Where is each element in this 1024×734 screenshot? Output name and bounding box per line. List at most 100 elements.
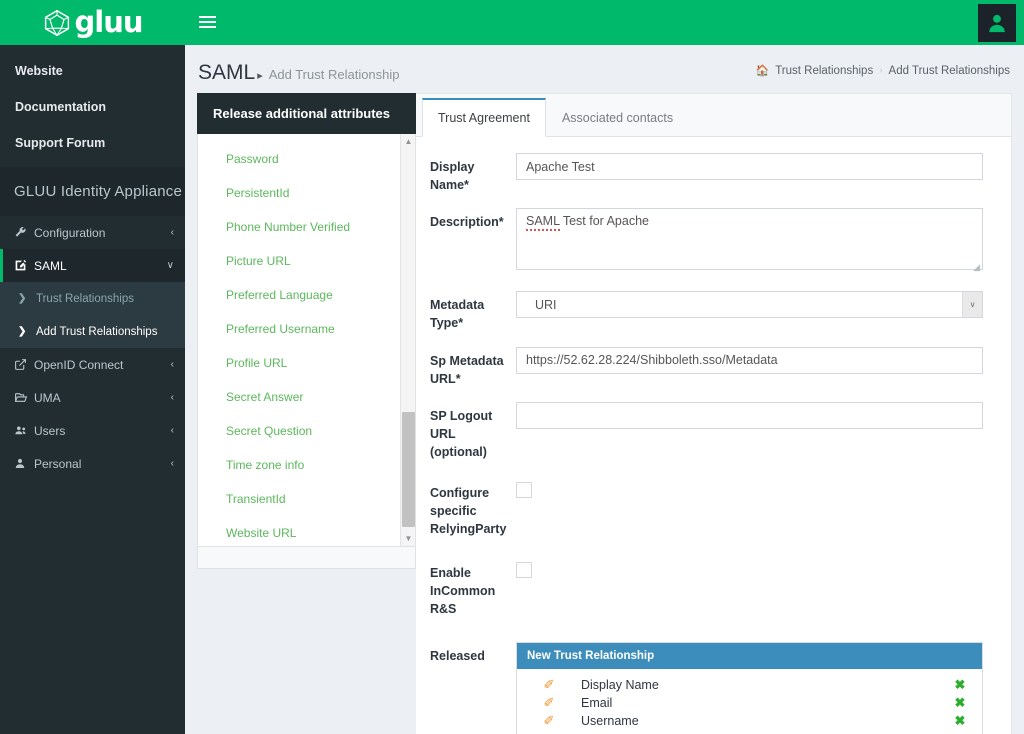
sidebar-item-trust-relationships[interactable]: ❯ Trust Relationships	[0, 282, 185, 315]
sidebar-nav: Configuration ‹ SAML ∨ ❯ Trust Relations…	[0, 216, 185, 480]
main-content: SAML ▸ Add Trust Relationship 🏠 Trust Rela…	[185, 45, 1024, 734]
field-row-description: Description* SAML Test for Apache ◢	[430, 208, 983, 275]
sidebar-item-configuration[interactable]: Configuration ‹	[0, 216, 185, 249]
gluu-admin-page: gluu Website Documentation Support Forum…	[0, 0, 1024, 734]
resize-handle-icon[interactable]: ◢	[973, 262, 980, 273]
edit-square-icon	[14, 259, 34, 272]
home-icon[interactable]: 🏠	[755, 64, 769, 77]
top-header-bar: gluu	[0, 0, 1024, 45]
sidebar-item-personal[interactable]: Personal ‹	[0, 447, 185, 480]
users-icon	[14, 424, 34, 437]
chevron-left-icon: ‹	[170, 227, 174, 238]
released-attribute-name: Display Name	[581, 677, 659, 692]
tab-associated-contacts[interactable]: Associated contacts	[546, 98, 689, 136]
attribute-item[interactable]: Time zone info	[198, 448, 415, 482]
configure-relying-party-label: Configure specific RelyingParty	[430, 486, 507, 537]
metadata-type-select[interactable]: URI	[516, 291, 983, 319]
remove-x-icon[interactable]: ✖	[948, 713, 972, 729]
display-name-input[interactable]	[516, 153, 983, 180]
page-header: SAML ▸ Add Trust Relationship 🏠 Trust Rela…	[185, 45, 1024, 93]
attribute-item[interactable]: PersistentId	[198, 176, 415, 210]
sidebar-item-saml[interactable]: SAML ∨	[0, 249, 185, 282]
released-row: ✐ Username ✖	[517, 713, 982, 729]
sp-metadata-url-label: Sp Metadata URL*	[430, 353, 504, 386]
pin-icon[interactable]: ✐	[517, 677, 581, 693]
sidebar: Website Documentation Support Forum GLUU…	[0, 45, 185, 734]
hamburger-icon[interactable]	[199, 11, 223, 33]
field-row-sp-metadata-url: Sp Metadata URL*	[430, 346, 983, 388]
sidebar-item-users[interactable]: Users ‹	[0, 414, 185, 447]
chevron-left-icon: ‹	[170, 359, 174, 370]
released-panel: New Trust Relationship ✐ Display Name ✖ …	[516, 641, 983, 734]
sidebar-item-label: Personal	[34, 456, 82, 471]
released-attribute-name: Username	[581, 713, 639, 728]
enable-incommon-label: Enable InCommon R&S	[430, 565, 496, 616]
released-attribute-name: Email	[581, 695, 613, 710]
chevron-up-icon[interactable]: ▲	[401, 134, 415, 149]
folder-open-icon	[14, 391, 34, 404]
hamburger-bar	[199, 16, 216, 18]
sidebar-item-add-trust-relationships[interactable]: ❯ Add Trust Relationships	[0, 315, 185, 348]
attributes-scrollbar[interactable]: ▲ ▼	[400, 134, 415, 546]
breadcrumb-item-add-trust-relationships[interactable]: Add Trust Relationships	[889, 65, 1010, 77]
pin-icon[interactable]: ✐	[517, 713, 581, 729]
sidebar-item-uma[interactable]: UMA ‹	[0, 381, 185, 414]
sidebar-link-support-forum[interactable]: Support Forum	[0, 125, 185, 161]
field-row-configure-relying-party: Configure specific RelyingParty	[430, 479, 983, 538]
released-row: ✐ Email ✖	[517, 695, 982, 711]
pin-icon[interactable]: ✐	[517, 695, 581, 711]
person-icon	[14, 457, 34, 470]
chevron-right-icon: ❯	[18, 293, 27, 304]
breadcrumb: 🏠 Trust Relationships › Add Trust Relati…	[755, 64, 1010, 78]
release-attributes-title: Release additional attributes	[197, 93, 416, 134]
user-avatar-icon[interactable]	[978, 4, 1016, 42]
avatar-person-icon	[989, 14, 1005, 33]
brand-name: gluu	[74, 5, 144, 39]
sp-logout-url-input[interactable]	[516, 401, 983, 429]
page-title: SAML	[198, 61, 256, 84]
remove-x-icon[interactable]: ✖	[948, 695, 972, 711]
attribute-item[interactable]: Secret Question	[198, 414, 415, 448]
attribute-item[interactable]: Secret Answer	[198, 380, 415, 414]
released-row: ✐ Display Name ✖	[517, 677, 982, 693]
breadcrumb-item-trust-relationships[interactable]: Trust Relationships	[775, 65, 873, 77]
form-body: Display Name* Description* SAML Test for…	[416, 137, 1011, 734]
release-attributes-panel: Release additional attributes Password P…	[197, 93, 416, 734]
release-attributes-scroll-area: Password PersistentId Phone Number Verif…	[197, 134, 416, 547]
attribute-item[interactable]: Phone Number Verified	[198, 210, 415, 244]
configure-relying-party-checkbox[interactable]	[516, 482, 532, 499]
panels-row: Release additional attributes Password P…	[185, 93, 1024, 734]
sidebar-subitem-label: Add Trust Relationships	[36, 325, 158, 338]
sidebar-link-website[interactable]: Website	[0, 53, 185, 89]
brand-logo[interactable]: gluu	[0, 0, 185, 45]
chevron-down-icon[interactable]: ▼	[401, 531, 415, 546]
attribute-item[interactable]: TransientId	[198, 482, 415, 516]
field-row-enable-incommon: Enable InCommon R&S	[430, 559, 983, 618]
remove-x-icon[interactable]: ✖	[948, 677, 972, 693]
enable-incommon-checkbox[interactable]	[516, 561, 532, 578]
trust-relationship-form-panel: Trust Agreement Associated contacts Disp…	[416, 93, 1012, 734]
chevron-left-icon: ‹	[170, 392, 174, 403]
sidebar-link-documentation[interactable]: Documentation	[0, 89, 185, 125]
scrollbar-thumb[interactable]	[402, 412, 415, 527]
attribute-item[interactable]: Preferred Username	[198, 312, 415, 346]
attributes-panel-footer	[197, 547, 416, 569]
chevron-left-icon: ‹	[170, 458, 174, 469]
released-label: Released	[430, 648, 485, 663]
wrench-icon	[14, 226, 34, 239]
attribute-item[interactable]: Profile URL	[198, 346, 415, 380]
attribute-item[interactable]: Password	[198, 142, 415, 176]
sidebar-item-label: Users	[34, 423, 66, 438]
sidebar-item-label: SAML	[34, 258, 67, 273]
chevron-down-icon: ∨	[166, 260, 174, 271]
tab-trust-agreement[interactable]: Trust Agreement	[422, 98, 546, 137]
chevron-right-icon: ›	[879, 65, 883, 76]
attribute-item[interactable]: Website URL	[198, 516, 415, 546]
description-textarea[interactable]	[516, 208, 983, 271]
sp-metadata-url-input[interactable]	[516, 346, 983, 374]
attribute-item[interactable]: Picture URL	[198, 244, 415, 278]
sp-logout-url-label: SP Logout URL (optional)	[430, 408, 493, 459]
release-attributes-list: Password PersistentId Phone Number Verif…	[198, 134, 415, 546]
sidebar-item-openid-connect[interactable]: OpenID Connect ‹	[0, 348, 185, 381]
attribute-item[interactable]: Preferred Language	[198, 278, 415, 312]
